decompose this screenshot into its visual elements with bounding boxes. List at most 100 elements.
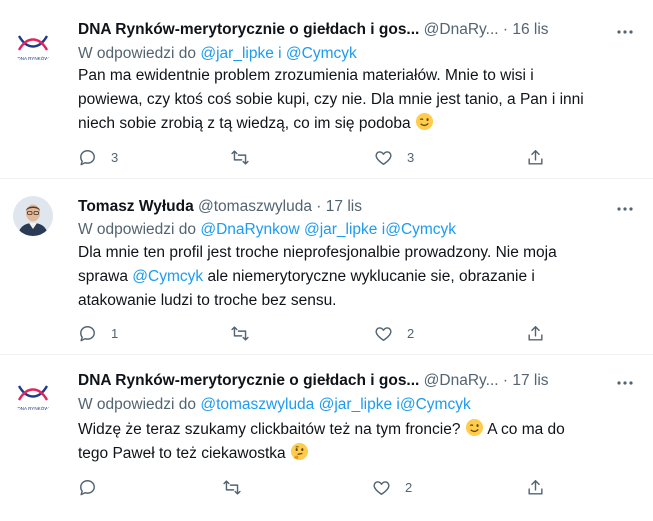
share-icon [528, 150, 543, 165]
tweet[interactable]: DNA RYNKÓW DNA Rynków-merytorycznie o gi… [0, 355, 653, 521]
tweet-date[interactable]: 16 lis [512, 21, 548, 38]
tweet-text-line-part: A co ma do [487, 421, 565, 438]
like-button[interactable]: 2 [374, 324, 414, 343]
like-button[interactable]: 3 [374, 148, 414, 167]
author-name[interactable]: DNA Rynków-merytorycznie o giełdach i go… [78, 21, 419, 38]
author-handle[interactable]: @DnaRy... [424, 372, 499, 389]
tweet-text-line: Dla mnie ten profil jest troche nieprofe… [78, 244, 557, 261]
retweet-button[interactable] [230, 324, 264, 343]
avatar-logo-text: DNA RYNKÓW [17, 405, 49, 411]
share-button[interactable] [526, 148, 545, 167]
tweet[interactable]: Tomasz Wyłuda @tomaszwyluda · 17 lis W o… [0, 179, 653, 354]
more-icon [617, 207, 633, 211]
tweet-date[interactable]: 17 lis [512, 372, 548, 389]
share-button[interactable] [526, 478, 545, 497]
like-count: 2 [407, 326, 415, 341]
retweet-icon [223, 480, 241, 495]
more-button[interactable] [615, 199, 635, 219]
dna-rynkow-logo-icon: DNA RYNKÓW [17, 35, 49, 61]
winking-face-emoji-icon [465, 418, 483, 437]
tweet-actions: 2 [70, 478, 550, 500]
tweet-actions: 1 2 [70, 324, 550, 346]
like-count: 2 [405, 480, 413, 495]
tweet-text-line-part: niech sobie zrobią z tą wiedzą, co im si… [78, 115, 411, 132]
tweet-text-line-part: ale niemerytoryczne wyklucanie sie, obra… [207, 268, 535, 285]
tweet-text: Dla mnie ten profil jest troche nieprofe… [78, 241, 618, 313]
reply-context: W odpowiedzi do @DnaRynkow @jar_lipke i@… [78, 221, 456, 239]
tweet-text: Pan ma ewidentnie problem zrozumienia ma… [78, 64, 618, 136]
tweet-date[interactable]: 17 lis [326, 198, 362, 215]
mention-link[interactable]: @DnaRynkow [200, 221, 299, 238]
tweet-text-line-part: sprawa [78, 268, 128, 285]
author-name[interactable]: Tomasz Wyłuda [78, 198, 194, 215]
mention-link[interactable]: @jar_lipke [319, 396, 392, 413]
tweet-text-line-part: Widzę że teraz szukamy clickbaitów też n… [78, 421, 461, 438]
more-icon [617, 30, 633, 34]
more-button[interactable] [615, 373, 635, 393]
heart-icon [375, 327, 392, 341]
share-icon [528, 326, 543, 341]
profile-photo-icon [13, 196, 53, 236]
tweet-header: DNA Rynków-merytorycznie o giełdach i go… [78, 370, 549, 392]
avatar[interactable]: DNA RYNKÓW [13, 375, 53, 415]
reply-count: 1 [111, 326, 119, 341]
tweet-text-line-part: tego Paweł to też ciekawostka [78, 445, 286, 462]
mention-link[interactable]: @Cymcyk [400, 396, 471, 413]
author-handle[interactable]: @tomaszwyluda [198, 198, 312, 215]
avatar[interactable]: DNA RYNKÓW [13, 25, 53, 65]
tweet-text-line: tego Paweł to też ciekawostka [78, 442, 618, 466]
reply-icon [80, 480, 95, 496]
tweet-text-line: Widzę że teraz szukamy clickbaitów też n… [78, 418, 618, 442]
mention-link[interactable]: @Cymcyk [132, 268, 203, 285]
retweet-button[interactable] [230, 148, 264, 167]
separator: · [502, 21, 509, 38]
like-count: 3 [407, 150, 415, 165]
author-name[interactable]: DNA Rynków-merytorycznie o giełdach i go… [78, 372, 419, 389]
reply-count: 3 [111, 150, 119, 165]
reply-icon [80, 326, 95, 342]
tweet-text-line: Pan ma ewidentnie problem zrozumienia ma… [78, 67, 534, 84]
retweet-button[interactable] [222, 478, 256, 497]
heart-icon [373, 481, 390, 495]
tweet-text-line: powiewa, czy ktoś coś sobie kupi, czy ni… [78, 91, 584, 108]
reply-prefix: W odpowiedzi do [78, 221, 197, 238]
retweet-icon [231, 326, 249, 341]
reply-button[interactable]: 1 [78, 324, 118, 343]
like-button[interactable]: 2 [372, 478, 412, 497]
tweet-text: Widzę że teraz szukamy clickbaitów też n… [78, 418, 618, 466]
heart-icon [375, 151, 392, 165]
tweet-text-line: niech sobie zrobią z tą wiedzą, co im si… [78, 112, 618, 136]
reply-icon [80, 150, 95, 166]
mention-link[interactable]: @jar_lipke [200, 45, 273, 62]
separator: · [502, 372, 509, 389]
mention-link[interactable]: @tomaszwyluda [200, 396, 314, 413]
share-button[interactable] [526, 324, 545, 343]
tweet-header: Tomasz Wyłuda @tomaszwyluda · 17 lis [78, 196, 362, 218]
more-button[interactable] [615, 22, 635, 42]
reply-separator: i [278, 45, 282, 62]
avatar-logo-text: DNA RYNKÓW [17, 55, 49, 61]
retweet-icon [231, 150, 249, 165]
more-icon [617, 381, 633, 385]
avatar[interactable] [13, 196, 53, 236]
mention-link[interactable]: @jar_lipke [304, 221, 377, 238]
mention-link[interactable]: @Cymcyk [286, 45, 357, 62]
reply-prefix: W odpowiedzi do [78, 45, 197, 62]
share-icon [528, 480, 543, 495]
reply-context: W odpowiedzi do @jar_lipke i @Cymcyk [78, 45, 357, 63]
tweet-text-line: atakowanie ludzi to troche bez sensu. [78, 292, 337, 309]
thinking-face-emoji-icon [290, 442, 309, 461]
separator: · [316, 198, 322, 215]
winking-face-emoji-icon [415, 112, 433, 131]
dna-rynkow-logo-icon: DNA RYNKÓW [17, 385, 49, 411]
tweet-text-line: sprawa @Cymcyk ale niemerytoryczne wyklu… [78, 265, 618, 289]
reply-button[interactable]: 3 [78, 148, 118, 167]
reply-prefix: W odpowiedzi do [78, 396, 197, 413]
tweet-actions: 3 3 [70, 148, 550, 170]
author-handle[interactable]: @DnaRy... [424, 21, 499, 38]
reply-button[interactable] [78, 478, 111, 497]
tweet-header: DNA Rynków-merytorycznie o giełdach i go… [78, 19, 549, 41]
mention-link[interactable]: @Cymcyk [385, 221, 456, 238]
reply-context: W odpowiedzi do @tomaszwyluda @jar_lipke… [78, 396, 471, 414]
tweet[interactable]: DNA RYNKÓW DNA Rynków-merytorycznie o gi… [0, 0, 653, 178]
